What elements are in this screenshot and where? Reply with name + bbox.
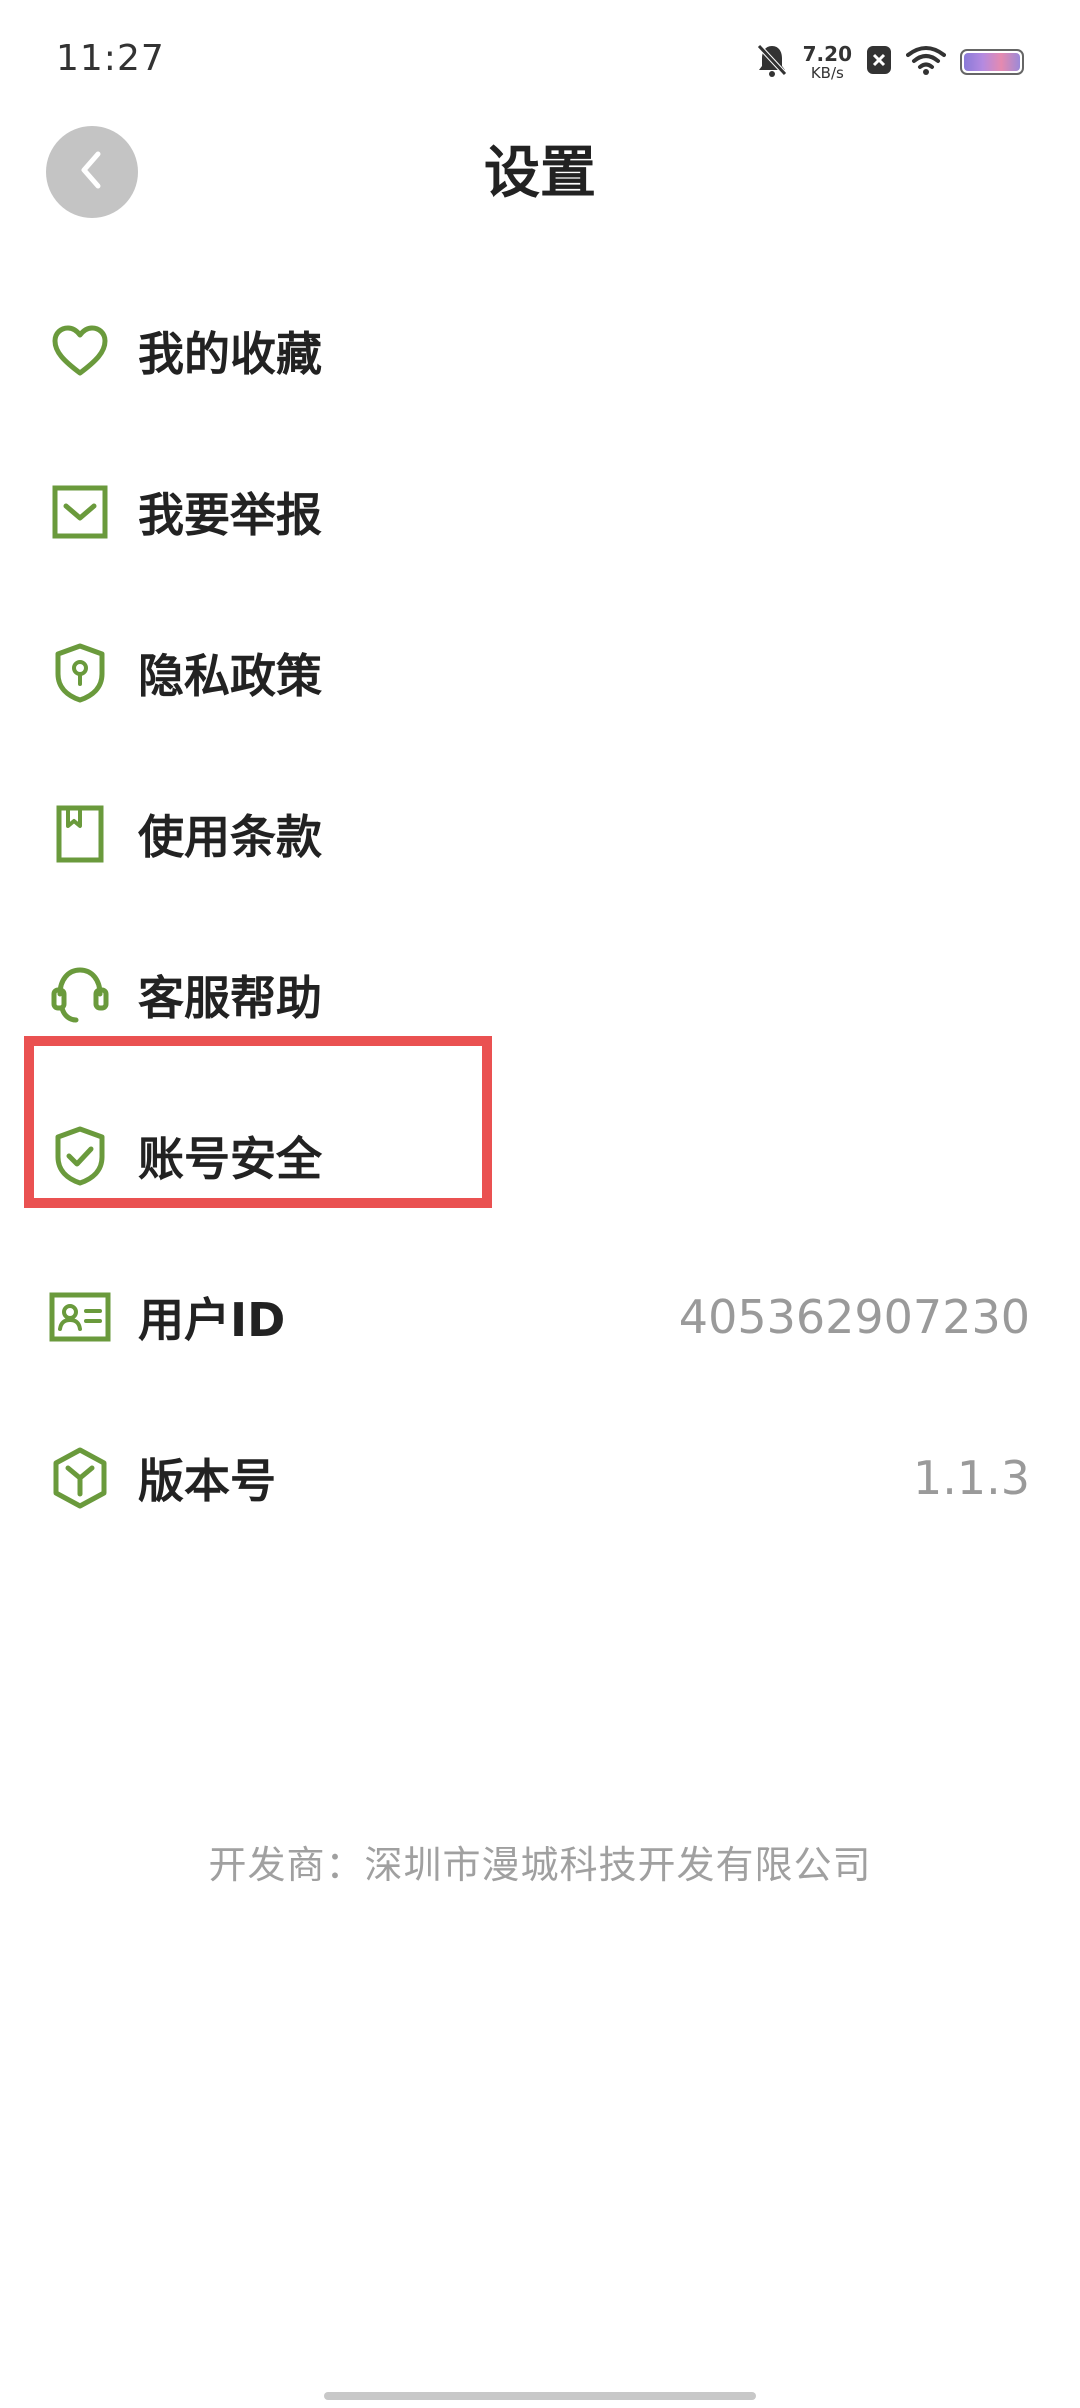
version-value: 1.1.3	[912, 1450, 1030, 1505]
status-icons: 7.20 KB/s	[755, 40, 1024, 84]
wifi-icon	[906, 45, 946, 79]
menu-item-terms[interactable]: 使用条款	[0, 753, 1080, 914]
home-indicator[interactable]	[324, 2392, 756, 2400]
user-id-value: 405362907230	[678, 1289, 1030, 1344]
menu-item-label: 账号安全	[138, 1131, 322, 1186]
menu-item-customer-service[interactable]: 客服帮助	[0, 914, 1080, 1075]
bell-muted-icon	[755, 42, 789, 82]
menu-item-privacy-policy[interactable]: 隐私政策	[0, 592, 1080, 753]
menu-item-favorites[interactable]: 我的收藏	[0, 270, 1080, 431]
id-card-icon	[48, 1285, 112, 1349]
shield-key-icon	[48, 641, 112, 705]
report-icon	[48, 480, 112, 544]
menu-item-version[interactable]: 版本号 1.1.3	[0, 1397, 1080, 1558]
status-time: 11:27	[56, 38, 165, 79]
settings-menu: 我的收藏 我要举报 隐私政策 使用条款 客服帮助 账号安全 用户ID 40536…	[0, 270, 1080, 1558]
menu-item-label: 版本号	[138, 1453, 276, 1508]
menu-item-label: 隐私政策	[138, 648, 322, 703]
shield-check-icon	[48, 1124, 112, 1188]
settings-screen: 11:27 7.20 KB/s 设置 我的收藏 我要举报 隐私政策 使用条款 客…	[0, 0, 1080, 2408]
menu-item-account-security[interactable]: 账号安全	[0, 1075, 1080, 1236]
menu-item-user-id[interactable]: 用户ID 405362907230	[0, 1236, 1080, 1397]
net-speed: 7.20 KB/s	[803, 44, 852, 81]
menu-item-label: 我的收藏	[138, 326, 322, 381]
menu-item-label: 我要举报	[138, 487, 322, 542]
battery-icon	[960, 49, 1024, 75]
cube-icon	[48, 1446, 112, 1510]
menu-item-report[interactable]: 我要举报	[0, 431, 1080, 592]
developer-text: 开发商：深圳市漫城科技开发有限公司	[208, 1843, 872, 1887]
battery-fill	[964, 53, 1020, 71]
close-badge-icon	[866, 45, 892, 79]
menu-item-label: 使用条款	[138, 809, 322, 864]
menu-item-label: 用户ID	[138, 1292, 286, 1347]
headset-icon	[48, 963, 112, 1027]
book-icon	[48, 802, 112, 866]
heart-icon	[48, 319, 112, 383]
menu-item-label: 客服帮助	[138, 970, 322, 1025]
net-speed-unit: KB/s	[810, 63, 844, 82]
status-bar: 11:27 7.20 KB/s	[0, 0, 1080, 120]
page-title: 设置	[484, 141, 596, 206]
net-speed-value: 7.20	[802, 41, 852, 66]
